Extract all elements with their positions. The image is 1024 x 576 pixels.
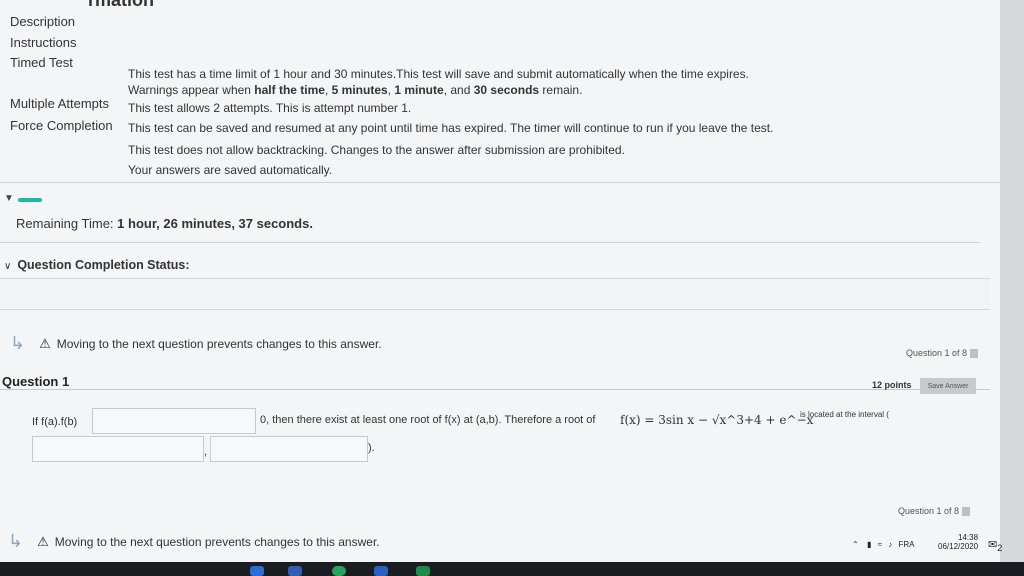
time-progress-bar <box>18 198 42 202</box>
remaining-time-value: 1 hour, 26 minutes, 37 seconds. <box>117 216 313 231</box>
autosave-text: Your answers are saved automatically. <box>128 163 333 177</box>
side-scroll-area[interactable] <box>1000 0 1024 576</box>
label-timed-test: Timed Test <box>10 55 73 70</box>
collapse-icon[interactable]: ▼ <box>4 193 14 204</box>
answer-input-1[interactable] <box>92 408 256 434</box>
interval-end-input[interactable] <box>210 436 368 462</box>
interval-close: ). <box>368 442 375 454</box>
label-instructions: Instructions <box>10 35 77 50</box>
system-tray: ⌃ ▮ ≈ ♪ FRA <box>852 540 914 549</box>
question-middle: 0, then there exist at least one root of… <box>260 414 596 426</box>
navigation-warning: ↳ ⚠ Moving to the next question prevents… <box>10 333 382 354</box>
save-answer-button[interactable]: Save Answer <box>920 378 976 394</box>
question-completion-status[interactable]: ∨ Question Completion Status: <box>4 258 190 272</box>
label-force-completion: Force Completion <box>10 118 113 133</box>
question-nav-icon[interactable] <box>962 506 971 516</box>
question-prefix: If f(a).f(b) <box>32 416 78 428</box>
question-nav-icon[interactable] <box>970 348 979 358</box>
backtracking-text: This test does not allow backtracking. C… <box>128 143 625 157</box>
remaining-time: Remaining Time: 1 hour, 26 minutes, 37 s… <box>16 216 313 231</box>
return-arrow-icon: ↳ <box>8 531 24 551</box>
speaker-icon[interactable]: ♪ <box>888 540 892 549</box>
warnings-text: Warnings appear when half the time, 5 mi… <box>128 83 583 97</box>
language-indicator[interactable]: FRA <box>898 540 914 549</box>
question-title: Question 1 <box>2 374 70 389</box>
clock[interactable]: 14:38 06/12/2020 <box>938 533 978 551</box>
question-divider <box>0 389 990 390</box>
label-description: Description <box>10 14 76 29</box>
warning-text: Moving to the next question prevents cha… <box>56 336 382 351</box>
remaining-time-label: Remaining Time: <box>16 216 114 231</box>
word-icon[interactable] <box>374 566 388 576</box>
divider <box>0 242 980 243</box>
test-page: rmation Description Instructions Timed T… <box>0 0 1000 576</box>
section-heading: rmation <box>88 0 155 10</box>
question-counter-bottom: Question 1 of 8 <box>898 506 971 516</box>
interval-start-input[interactable] <box>32 436 204 462</box>
chevron-up-icon[interactable]: ⌃ <box>852 540 859 549</box>
excel-icon[interactable] <box>416 566 430 576</box>
question-points: 12 points <box>872 380 912 390</box>
label-multiple-attempts: Multiple Attempts <box>10 96 109 111</box>
divider <box>0 182 1000 183</box>
navigation-warning-bottom: ↳ ⚠ Moving to the next question prevents… <box>8 531 380 552</box>
warning-icon: ⚠ <box>37 533 49 549</box>
interval-comma: , <box>204 446 208 458</box>
multiple-attempts-text: This test allows 2 attempts. This is att… <box>128 101 412 115</box>
app-icon[interactable] <box>250 566 264 576</box>
notification-icon[interactable]: ✉2 <box>988 538 1002 553</box>
question-counter: Question 1 of 8 <box>906 348 979 358</box>
question-suffix: is located at the interval ( <box>800 410 889 419</box>
completion-status-panel <box>0 278 990 310</box>
battery-icon[interactable]: ▮ <box>867 540 871 549</box>
completion-status-label: Question Completion Status: <box>17 258 190 272</box>
question-formula: f(x) = 3sin x − √x^3+4 + e^−x <box>620 413 814 427</box>
force-completion-text: This test can be saved and resumed at an… <box>128 121 774 135</box>
app-icon[interactable] <box>288 566 302 576</box>
return-arrow-icon: ↳ <box>10 333 26 353</box>
chrome-icon[interactable] <box>332 566 346 576</box>
warning-text: Moving to the next question prevents cha… <box>54 534 380 549</box>
taskbar <box>0 562 1024 576</box>
wifi-icon[interactable]: ≈ <box>878 540 882 549</box>
warning-icon: ⚠ <box>39 335 51 351</box>
expand-icon[interactable]: ∨ <box>4 261 11 272</box>
